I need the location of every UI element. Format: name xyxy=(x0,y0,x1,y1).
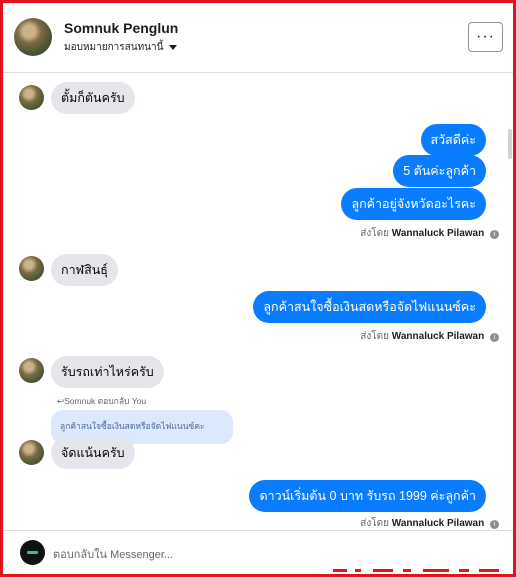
conversation-panel: Somnuk Penglun มอบหมายการสนทนานี้ ··· ตั… xyxy=(3,3,513,574)
sender-avatar xyxy=(19,256,44,281)
outgoing-message[interactable]: 5 ตันค่ะลูกค้า xyxy=(393,155,486,187)
message-thread[interactable]: ตั้มก็ตันครับ สวัสดีค่ะ 5 ตันค่ะลูกค้า ล… xyxy=(3,74,513,530)
outgoing-message[interactable]: ลูกค้าอยู่จังหวัดอะไรคะ xyxy=(341,188,486,220)
outgoing-message[interactable]: สวัสดีค่ะ xyxy=(420,124,486,156)
sender-avatar xyxy=(19,440,44,465)
sender-avatar xyxy=(19,85,44,110)
info-icon[interactable]: i xyxy=(490,333,499,342)
assign-conversation-label: มอบหมายการสนทนานี้ xyxy=(64,42,164,53)
caret-down-icon xyxy=(169,45,178,50)
reply-composer: ตอบกลับใน Messenger... xyxy=(3,530,513,574)
scrollbar-thumb[interactable] xyxy=(508,129,512,159)
outgoing-message[interactable]: ดาวน์เริ่มต้น 0 บาท รับรถ 1999 ค่ะลูกค้า xyxy=(249,480,486,512)
sent-by-agent[interactable]: Wannaluck Pilawan xyxy=(392,331,484,342)
outgoing-message[interactable]: ลูกค้าสนใจซื้อเงินสดหรือจัดไฟแนนซ์คะ xyxy=(253,291,486,323)
contact-name[interactable]: Somnuk Penglun xyxy=(64,20,178,36)
page-avatar xyxy=(20,540,45,565)
sent-by-prefix: ส่งโดย xyxy=(360,518,389,529)
sent-by-agent[interactable]: Wannaluck Pilawan xyxy=(392,228,484,239)
sender-avatar xyxy=(19,358,44,383)
info-icon[interactable]: i xyxy=(490,520,499,529)
ellipsis-icon: ··· xyxy=(476,28,495,45)
message-input[interactable]: ตอบกลับใน Messenger... xyxy=(53,545,173,563)
incoming-message[interactable]: จัดแน้นครับ xyxy=(51,437,135,469)
incoming-message[interactable]: กาฬสินธุ์ xyxy=(51,254,118,286)
reply-header: ↩Somnuk ตอบกลับ You xyxy=(57,396,147,406)
sent-by-prefix: ส่งโดย xyxy=(360,228,389,239)
assign-conversation-dropdown[interactable]: มอบหมายการสนทนานี้ xyxy=(64,40,178,55)
more-options-button[interactable]: ··· xyxy=(468,22,503,52)
sent-by-prefix: ส่งโดย xyxy=(360,331,389,342)
sent-by-note: ส่งโดย Wannaluck Pilawan i xyxy=(360,226,499,241)
incoming-message[interactable]: ตั้มก็ตันครับ xyxy=(51,82,135,114)
sent-by-agent[interactable]: Wannaluck Pilawan xyxy=(392,518,484,529)
sent-by-note: ส่งโดย Wannaluck Pilawan i xyxy=(360,516,499,530)
info-icon[interactable]: i xyxy=(490,230,499,239)
incoming-message[interactable]: รับรถเท่าไหร่ครับ xyxy=(51,356,164,388)
annotation-marks xyxy=(333,568,503,572)
conversation-header: Somnuk Penglun มอบหมายการสนทนานี้ ··· xyxy=(3,3,513,73)
sent-by-note: ส่งโดย Wannaluck Pilawan i xyxy=(360,329,499,344)
contact-avatar[interactable] xyxy=(14,18,52,56)
